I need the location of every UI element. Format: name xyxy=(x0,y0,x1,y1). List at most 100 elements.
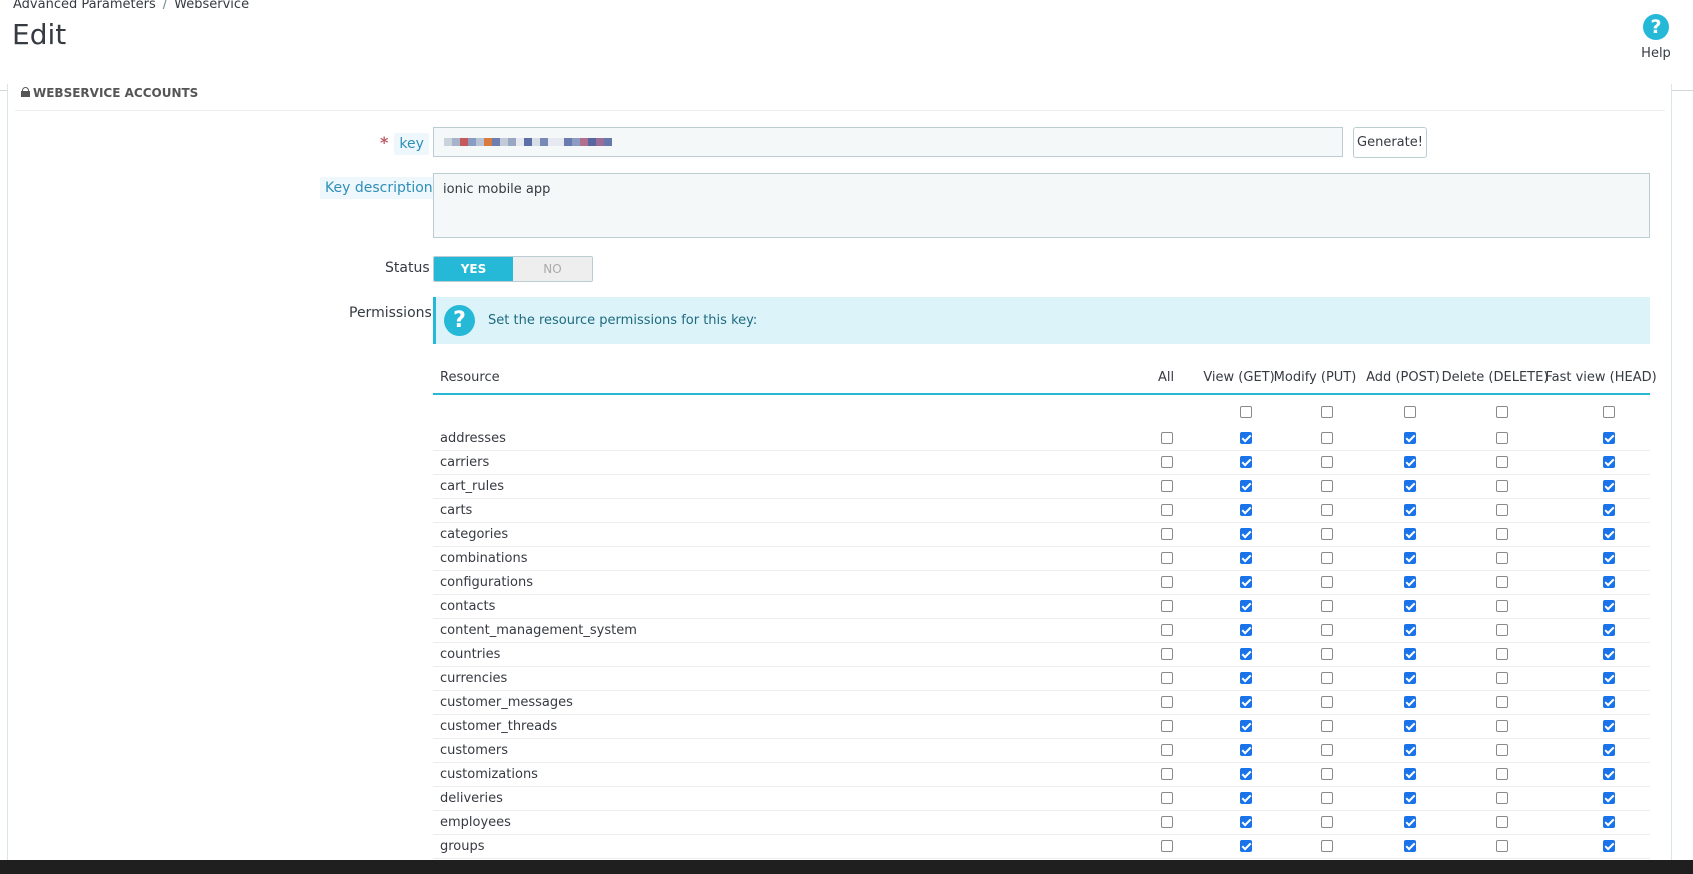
generate-button[interactable]: Generate! xyxy=(1353,127,1427,158)
fast-view-head-checkbox[interactable] xyxy=(1603,432,1615,444)
add-post-checkbox[interactable] xyxy=(1404,648,1416,660)
fast-view-head-checkbox[interactable] xyxy=(1603,552,1615,564)
delete-delete-checkbox[interactable] xyxy=(1496,432,1508,444)
delete-delete-checkbox[interactable] xyxy=(1496,624,1508,636)
modify-put-checkbox[interactable] xyxy=(1321,528,1333,540)
modify-put-checkbox[interactable] xyxy=(1321,672,1333,684)
add-post-checkbox[interactable] xyxy=(1404,600,1416,612)
add-post-checkbox[interactable] xyxy=(1404,504,1416,516)
key-description-label[interactable]: Key description xyxy=(320,177,438,199)
fast-view-head-checkbox[interactable] xyxy=(1603,648,1615,660)
add-post-checkbox[interactable] xyxy=(1404,432,1416,444)
add-post-checkbox[interactable] xyxy=(1404,552,1416,564)
add-post-checkbox[interactable] xyxy=(1404,792,1416,804)
view-get-checkbox[interactable] xyxy=(1240,552,1252,564)
modify-put-checkbox[interactable] xyxy=(1321,456,1333,468)
add-post-checkbox[interactable] xyxy=(1404,840,1416,852)
fast-view-head-checkbox[interactable] xyxy=(1603,840,1615,852)
add-post-checkbox[interactable] xyxy=(1404,720,1416,732)
breadcrumb-item-advanced-parameters[interactable]: Advanced Parameters xyxy=(13,0,156,12)
all-checkbox[interactable] xyxy=(1161,600,1173,612)
delete-delete-checkbox[interactable] xyxy=(1496,720,1508,732)
fast-view-head-checkbox[interactable] xyxy=(1603,744,1615,756)
all-checkbox[interactable] xyxy=(1161,672,1173,684)
all-checkbox[interactable] xyxy=(1161,648,1173,660)
view-get-checkbox[interactable] xyxy=(1240,504,1252,516)
add-post-checkbox[interactable] xyxy=(1404,576,1416,588)
add-post-checkbox[interactable] xyxy=(1404,480,1416,492)
select-all-view-get-checkbox[interactable] xyxy=(1240,406,1252,418)
fast-view-head-checkbox[interactable] xyxy=(1603,504,1615,516)
all-checkbox[interactable] xyxy=(1161,720,1173,732)
all-checkbox[interactable] xyxy=(1161,456,1173,468)
delete-delete-checkbox[interactable] xyxy=(1496,744,1508,756)
delete-delete-checkbox[interactable] xyxy=(1496,480,1508,492)
all-checkbox[interactable] xyxy=(1161,552,1173,564)
all-checkbox[interactable] xyxy=(1161,576,1173,588)
all-checkbox[interactable] xyxy=(1161,840,1173,852)
all-checkbox[interactable] xyxy=(1161,744,1173,756)
view-get-checkbox[interactable] xyxy=(1240,792,1252,804)
fast-view-head-checkbox[interactable] xyxy=(1603,480,1615,492)
fast-view-head-checkbox[interactable] xyxy=(1603,696,1615,708)
delete-delete-checkbox[interactable] xyxy=(1496,456,1508,468)
all-checkbox[interactable] xyxy=(1161,432,1173,444)
view-get-checkbox[interactable] xyxy=(1240,456,1252,468)
all-checkbox[interactable] xyxy=(1161,696,1173,708)
delete-delete-checkbox[interactable] xyxy=(1496,504,1508,516)
view-get-checkbox[interactable] xyxy=(1240,672,1252,684)
modify-put-checkbox[interactable] xyxy=(1321,600,1333,612)
add-post-checkbox[interactable] xyxy=(1404,816,1416,828)
add-post-checkbox[interactable] xyxy=(1404,528,1416,540)
help-button[interactable]: ? Help xyxy=(1636,14,1676,61)
view-get-checkbox[interactable] xyxy=(1240,528,1252,540)
fast-view-head-checkbox[interactable] xyxy=(1603,576,1615,588)
all-checkbox[interactable] xyxy=(1161,480,1173,492)
fast-view-head-checkbox[interactable] xyxy=(1603,816,1615,828)
delete-delete-checkbox[interactable] xyxy=(1496,648,1508,660)
delete-delete-checkbox[interactable] xyxy=(1496,816,1508,828)
select-all-add-post-checkbox[interactable] xyxy=(1404,406,1416,418)
modify-put-checkbox[interactable] xyxy=(1321,792,1333,804)
view-get-checkbox[interactable] xyxy=(1240,432,1252,444)
delete-delete-checkbox[interactable] xyxy=(1496,696,1508,708)
key-input[interactable] xyxy=(433,127,1343,157)
view-get-checkbox[interactable] xyxy=(1240,648,1252,660)
all-checkbox[interactable] xyxy=(1161,792,1173,804)
view-get-checkbox[interactable] xyxy=(1240,816,1252,828)
view-get-checkbox[interactable] xyxy=(1240,720,1252,732)
status-no-option[interactable]: NO xyxy=(513,257,592,281)
status-yes-option[interactable]: YES xyxy=(434,257,513,281)
modify-put-checkbox[interactable] xyxy=(1321,648,1333,660)
modify-put-checkbox[interactable] xyxy=(1321,432,1333,444)
modify-put-checkbox[interactable] xyxy=(1321,480,1333,492)
fast-view-head-checkbox[interactable] xyxy=(1603,600,1615,612)
all-checkbox[interactable] xyxy=(1161,624,1173,636)
modify-put-checkbox[interactable] xyxy=(1321,504,1333,516)
view-get-checkbox[interactable] xyxy=(1240,480,1252,492)
view-get-checkbox[interactable] xyxy=(1240,696,1252,708)
add-post-checkbox[interactable] xyxy=(1404,672,1416,684)
modify-put-checkbox[interactable] xyxy=(1321,744,1333,756)
modify-put-checkbox[interactable] xyxy=(1321,552,1333,564)
fast-view-head-checkbox[interactable] xyxy=(1603,720,1615,732)
view-get-checkbox[interactable] xyxy=(1240,600,1252,612)
delete-delete-checkbox[interactable] xyxy=(1496,792,1508,804)
view-get-checkbox[interactable] xyxy=(1240,744,1252,756)
fast-view-head-checkbox[interactable] xyxy=(1603,624,1615,636)
add-post-checkbox[interactable] xyxy=(1404,456,1416,468)
modify-put-checkbox[interactable] xyxy=(1321,816,1333,828)
add-post-checkbox[interactable] xyxy=(1404,744,1416,756)
add-post-checkbox[interactable] xyxy=(1404,696,1416,708)
fast-view-head-checkbox[interactable] xyxy=(1603,528,1615,540)
status-switch[interactable]: YES NO xyxy=(433,256,593,282)
delete-delete-checkbox[interactable] xyxy=(1496,576,1508,588)
select-all-fast-view-head-checkbox[interactable] xyxy=(1603,406,1615,418)
modify-put-checkbox[interactable] xyxy=(1321,768,1333,780)
select-all-modify-put-checkbox[interactable] xyxy=(1321,406,1333,418)
delete-delete-checkbox[interactable] xyxy=(1496,672,1508,684)
modify-put-checkbox[interactable] xyxy=(1321,696,1333,708)
breadcrumb-item-webservice[interactable]: Webservice xyxy=(174,0,249,12)
view-get-checkbox[interactable] xyxy=(1240,576,1252,588)
key-description-textarea[interactable]: ionic mobile app xyxy=(433,173,1650,238)
